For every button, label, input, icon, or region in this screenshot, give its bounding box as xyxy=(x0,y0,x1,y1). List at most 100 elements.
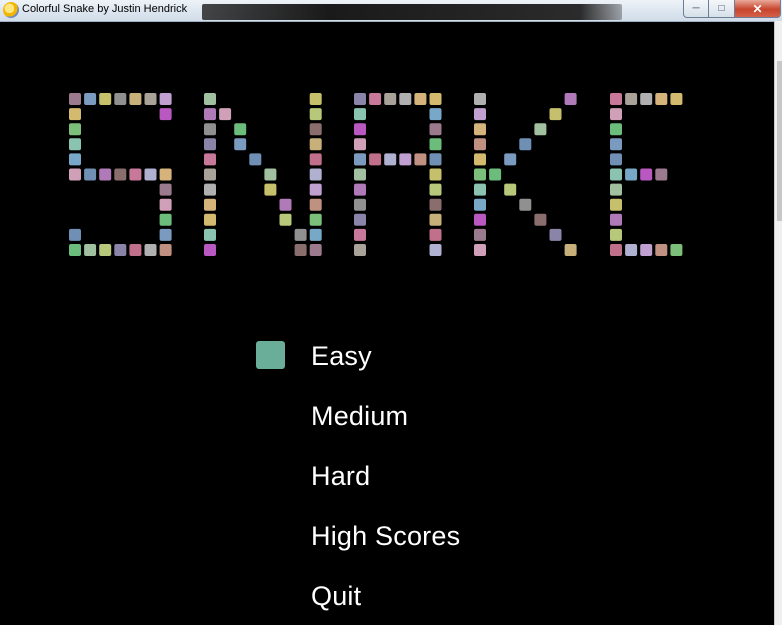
logo-block xyxy=(144,93,157,105)
logo-block xyxy=(610,93,622,105)
logo-block xyxy=(159,108,172,121)
logo-block xyxy=(610,198,622,211)
logo-block xyxy=(99,93,112,105)
logo-block xyxy=(474,93,486,105)
logo-block xyxy=(69,168,81,181)
menu-item-easy[interactable]: Easy xyxy=(311,341,372,372)
logo-block xyxy=(204,138,216,151)
logo-block xyxy=(474,244,486,256)
logo-block xyxy=(474,108,486,121)
logo-block xyxy=(429,138,442,151)
logo-block xyxy=(534,123,547,136)
logo-block xyxy=(640,244,653,256)
logo-block xyxy=(489,168,502,181)
logo-block xyxy=(369,93,382,105)
logo-block xyxy=(610,168,622,181)
logo-block xyxy=(474,153,486,166)
logo-block xyxy=(159,93,172,105)
logo-block xyxy=(129,168,142,181)
logo-block xyxy=(309,138,322,151)
logo-block xyxy=(625,168,638,181)
logo-block xyxy=(204,168,216,181)
logo-block xyxy=(204,153,216,166)
logo-block xyxy=(655,244,668,256)
logo-block xyxy=(309,228,322,241)
logo-block xyxy=(414,153,427,166)
logo-block xyxy=(354,228,366,241)
logo-block xyxy=(474,168,486,181)
logo-block xyxy=(309,153,322,166)
logo-block xyxy=(294,228,307,241)
logo-block xyxy=(354,108,366,121)
logo-block xyxy=(369,153,382,166)
logo-block xyxy=(354,244,366,256)
logo-block xyxy=(309,168,322,181)
logo-block xyxy=(414,93,427,105)
logo-block xyxy=(99,244,112,256)
logo-block xyxy=(610,138,622,151)
logo-block xyxy=(384,153,397,166)
logo-block xyxy=(114,244,127,256)
logo-block xyxy=(249,153,262,166)
logo-block xyxy=(309,244,322,256)
logo-block xyxy=(204,93,216,105)
logo-block xyxy=(655,168,668,181)
logo-block xyxy=(159,183,172,196)
menu-item-medium[interactable]: Medium xyxy=(311,401,408,432)
logo-block xyxy=(159,244,172,256)
logo-block xyxy=(474,228,486,241)
logo-block xyxy=(144,244,157,256)
logo-block xyxy=(69,153,81,166)
logo-block xyxy=(354,153,366,166)
logo-block xyxy=(670,93,683,105)
logo-block xyxy=(84,244,97,256)
logo-block xyxy=(610,213,622,226)
logo-block xyxy=(354,93,366,105)
menu-item-hard[interactable]: Hard xyxy=(311,461,370,492)
logo-block xyxy=(429,93,442,105)
logo-block xyxy=(99,168,112,181)
logo-block xyxy=(159,168,172,181)
logo-block xyxy=(159,198,172,211)
logo-block xyxy=(204,123,216,136)
logo-block xyxy=(69,108,81,121)
logo-block xyxy=(429,168,442,181)
logo-block xyxy=(204,244,216,256)
logo-block xyxy=(549,108,562,121)
logo-block xyxy=(474,138,486,151)
logo-block xyxy=(610,153,622,166)
logo-block xyxy=(549,228,562,241)
logo-block xyxy=(129,93,142,105)
logo-block xyxy=(564,244,577,256)
logo-block xyxy=(564,93,577,105)
logo-block xyxy=(610,228,622,241)
logo-block xyxy=(294,244,307,256)
logo-block xyxy=(399,153,412,166)
logo-block xyxy=(69,123,81,136)
logo-block xyxy=(519,138,532,151)
menu-item-high-scores[interactable]: High Scores xyxy=(311,521,460,552)
menu-item-quit[interactable]: Quit xyxy=(311,581,361,612)
logo-block xyxy=(429,183,442,196)
logo-block xyxy=(309,213,322,226)
logo-block xyxy=(610,123,622,136)
logo-block xyxy=(234,138,247,151)
logo-block xyxy=(204,228,216,241)
logo-block xyxy=(625,244,638,256)
logo-block xyxy=(309,93,322,105)
logo-block xyxy=(354,213,366,226)
logo-block xyxy=(429,244,442,256)
logo-block xyxy=(354,183,366,196)
logo-block xyxy=(384,93,397,105)
logo-block xyxy=(504,153,517,166)
logo-block xyxy=(309,123,322,136)
logo-block xyxy=(474,213,486,226)
logo-block xyxy=(114,168,127,181)
logo-block xyxy=(84,93,97,105)
logo-block xyxy=(114,93,127,105)
logo-block xyxy=(204,198,216,211)
logo-block xyxy=(429,153,442,166)
logo-block xyxy=(159,213,172,226)
logo-block xyxy=(264,168,277,181)
logo-block xyxy=(84,168,97,181)
